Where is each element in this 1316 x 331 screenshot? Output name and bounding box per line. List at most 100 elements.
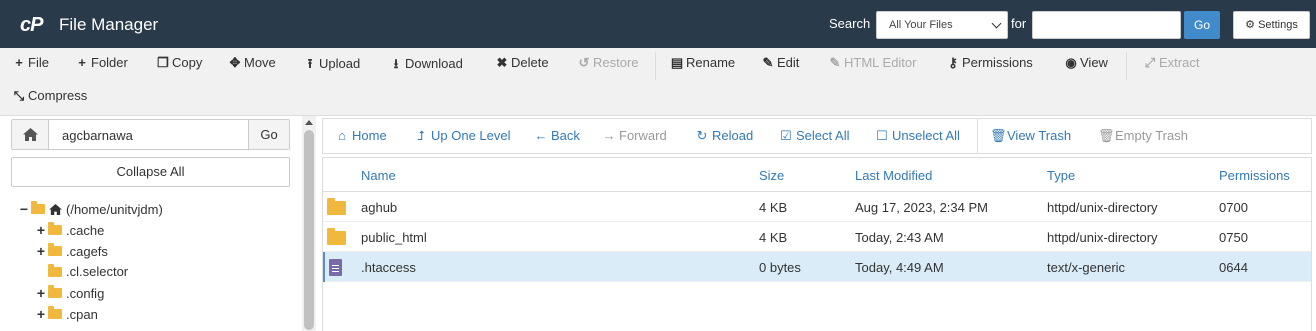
view-button[interactable]: ◉ View: [1064, 55, 1108, 71]
settings-label: Settings: [1258, 19, 1298, 31]
compress-button[interactable]: ⤡ Compress: [12, 88, 87, 104]
navigation-bar: ⌂ Home ⮥ Up One Level ← Back → Forward ↻ Relo…: [322, 118, 1312, 154]
tree-toggle-expand[interactable]: +: [36, 243, 46, 259]
arrow-right-icon: →: [602, 128, 616, 143]
table-row[interactable]: aghub 4 KB Aug 17, 2023, 2:34 PM httpd/u…: [323, 192, 1311, 222]
copy-label: Copy: [172, 55, 203, 70]
folder-icon: [327, 198, 346, 215]
empty-trash-button[interactable]: 🗑Empty Trash: [1098, 128, 1188, 144]
move-button[interactable]: ✥ Move: [228, 55, 276, 71]
nav-home-button[interactable]: ⌂ Home: [335, 128, 387, 143]
cell-name: .htaccess: [361, 260, 416, 275]
delete-label: Delete: [511, 55, 549, 70]
extract-button[interactable]: ⤢ Extract: [1143, 55, 1200, 71]
cell-last-modified: Today, 2:43 AM: [855, 230, 944, 245]
tree-item-cache[interactable]: + .cache: [36, 222, 104, 238]
arrow-left-icon: ←: [534, 128, 548, 143]
cell-last-modified: Aug 17, 2023, 2:34 PM: [855, 200, 988, 215]
collapse-all-button[interactable]: Collapse All: [11, 157, 290, 187]
tree-item-cl-selector[interactable]: .cl.selector: [36, 263, 129, 279]
rename-button[interactable]: ▤ Rename: [670, 55, 735, 71]
scrollbar-thumb[interactable]: [304, 130, 314, 330]
cpanel-logo[interactable]: cP: [20, 14, 43, 37]
unselect-all-button[interactable]: ☐ Unselect All: [875, 128, 960, 144]
folder-icon: [48, 263, 62, 277]
home-icon: ⌂: [338, 128, 346, 143]
select-all-label: Select All: [796, 128, 850, 143]
nav-divider: [977, 119, 978, 153]
tree-item-label: .cl.selector: [66, 264, 129, 279]
folder-icon: [48, 306, 62, 319]
tree-toggle-collapse[interactable]: −: [19, 201, 29, 217]
back-label: Back: [551, 128, 580, 143]
restore-label: Restore: [593, 55, 639, 70]
checkbox-checked-icon: ☑: [780, 128, 792, 143]
home-path-button[interactable]: [12, 120, 49, 149]
tree-toggle-expand[interactable]: +: [36, 222, 46, 238]
table-row-selected[interactable]: .htaccess 0 bytes Today, 4:49 AM text/x-…: [323, 252, 1311, 282]
permissions-label: Permissions: [962, 55, 1033, 70]
search-go-button[interactable]: Go: [1184, 11, 1220, 39]
back-button[interactable]: ← Back: [534, 128, 580, 143]
up-one-level-label: Up One Level: [431, 128, 511, 143]
new-file-button[interactable]: + File: [12, 55, 49, 70]
upload-button[interactable]: ⭱ Upload: [303, 55, 360, 77]
toolbar-divider: [1126, 52, 1127, 80]
view-trash-button[interactable]: 🗑View Trash: [990, 128, 1071, 144]
path-input[interactable]: agcbarnawa: [62, 128, 133, 143]
scroll-up-icon[interactable]: [305, 120, 313, 125]
forward-button[interactable]: → Forward: [602, 128, 667, 143]
rename-label: Rename: [686, 55, 736, 70]
tree-item-label: .config: [66, 285, 105, 301]
search-scope-select[interactable]: All Your Files: [876, 11, 1008, 39]
restore-button[interactable]: ↺ Restore: [577, 55, 639, 71]
cell-type: httpd/unix-directory: [1047, 230, 1158, 245]
forward-label: Forward: [619, 128, 667, 143]
tree-toggle-expand[interactable]: +: [36, 285, 46, 301]
compress-label: Compress: [28, 88, 88, 103]
eye-icon: ◉: [1065, 55, 1077, 70]
table-row[interactable]: public_html 4 KB Today, 2:43 AM httpd/un…: [323, 222, 1311, 252]
tree-item-config[interactable]: + .config: [36, 285, 104, 301]
empty-trash-label: Empty Trash: [1115, 128, 1188, 143]
file-list-table: Name Size Last Modified Type Permissions…: [322, 157, 1312, 331]
download-button[interactable]: ⭳ Download: [389, 55, 463, 77]
tree-item-cagefs[interactable]: + .cagefs: [36, 243, 108, 259]
column-header-name[interactable]: Name: [361, 168, 396, 183]
path-bar: agcbarnawa Go: [11, 119, 290, 150]
column-header-last-modified[interactable]: Last Modified: [855, 168, 932, 183]
settings-button[interactable]: ⚙ Settings: [1233, 11, 1310, 39]
search-input[interactable]: [1032, 11, 1181, 39]
column-header-permissions[interactable]: Permissions: [1219, 168, 1290, 183]
tree-item-cpan[interactable]: + .cpan: [36, 306, 98, 322]
tree-item-root[interactable]: − (/home/unitvjdm): [19, 201, 163, 217]
upload-icon: ⭱: [307, 56, 313, 71]
delete-button[interactable]: ✖ Delete: [495, 55, 549, 71]
permissions-button[interactable]: ⚷ Permissions: [946, 55, 1033, 71]
expand-icon: ⤢: [1144, 55, 1156, 70]
edit-button[interactable]: ✎ Edit: [761, 55, 800, 71]
cell-size: 4 KB: [759, 230, 788, 245]
tree-scrollbar[interactable]: [302, 116, 316, 331]
key-icon: ⚷: [948, 55, 958, 70]
copy-button[interactable]: ❐ Copy: [156, 55, 202, 71]
column-header-type[interactable]: Type: [1047, 168, 1075, 183]
up-one-level-button[interactable]: ⮥ Up One Level: [414, 128, 511, 144]
tree-toggle-expand[interactable]: +: [36, 306, 46, 322]
reload-button[interactable]: ↻ Reload: [695, 128, 754, 144]
cell-last-modified: Today, 4:49 AM: [855, 260, 944, 275]
path-go-button[interactable]: Go: [248, 120, 289, 149]
home-icon: [49, 203, 62, 215]
file-icon: ▤: [670, 55, 684, 70]
select-all-button[interactable]: ☑ Select All: [779, 128, 849, 144]
selection-marker: [323, 252, 325, 282]
column-header-size[interactable]: Size: [759, 168, 784, 183]
new-folder-button[interactable]: + Folder: [75, 55, 128, 70]
tree-item-label: .cagefs: [66, 243, 108, 259]
html-editor-button[interactable]: ✎ HTML Editor: [828, 55, 917, 71]
unselect-all-label: Unselect All: [892, 128, 960, 143]
search-label: Search: [829, 16, 871, 31]
undo-icon: ↺: [578, 55, 590, 70]
compress-icon: ⤡: [13, 88, 25, 103]
edit-label: Edit: [777, 55, 800, 70]
